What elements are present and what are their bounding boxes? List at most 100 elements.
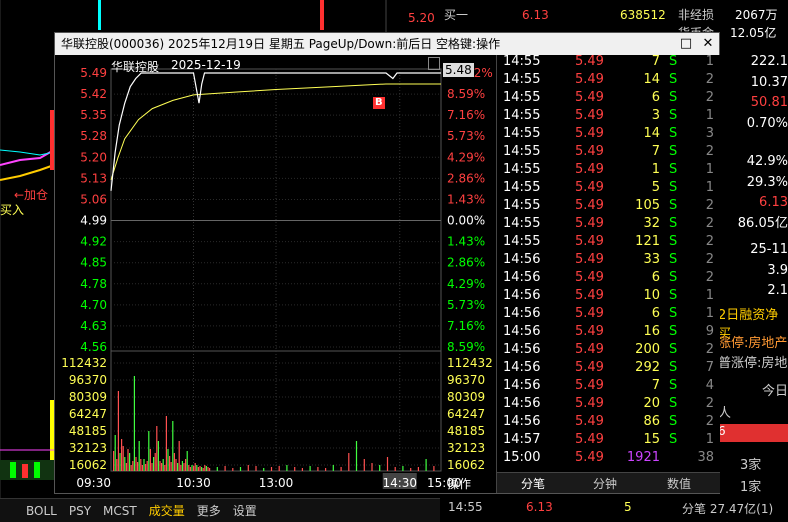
tick-volume: 1 [651, 162, 660, 177]
chart-date: 2025-12-19 [171, 58, 241, 72]
bg-red-bar: 6 [718, 424, 788, 442]
tick-price: 5.49 [575, 234, 604, 249]
intraday-chart[interactable]: 5.4910.02%5.428.59%5.357.16%5.285.73%5.2… [55, 55, 496, 493]
tab-values[interactable]: 数值 [667, 475, 691, 492]
tick-row: 14:55 5.49 3 S 1 [497, 107, 720, 125]
tick-side: S [669, 414, 678, 429]
volume-bar [185, 459, 187, 471]
volume-bar [379, 465, 381, 471]
expand-icon[interactable] [428, 57, 440, 70]
tick-time: 14:56 [503, 378, 541, 393]
tick-price: 5.49 [575, 270, 604, 285]
tick-side: S [669, 234, 678, 249]
tick-count: 1 [705, 288, 714, 303]
bg-limit-up-label-2: 普涨停:房地 [718, 356, 788, 371]
maximize-icon[interactable]: □ [675, 33, 697, 55]
tick-time: 14:55 [503, 126, 541, 141]
volume-bar [143, 459, 145, 471]
tick-side: S [669, 324, 678, 339]
tick-volume: 14 [643, 72, 660, 87]
volume-bar [286, 465, 288, 471]
tick-volume: 3 [651, 108, 660, 123]
tick-time: 14:56 [503, 306, 541, 321]
dialog-titlebar[interactable]: 华联控股(000036) 2025年12月19日 星期五 PageUp/Down… [55, 33, 719, 55]
tick-time: 14:55 [503, 72, 541, 87]
tick-price: 5.49 [575, 324, 604, 339]
tick-volume: 7 [651, 54, 660, 69]
pct-tick-label: 5.73% [447, 129, 485, 143]
volume-bar [146, 461, 148, 471]
tick-count: 2 [705, 234, 714, 249]
tick-volume: 6 [651, 306, 660, 321]
tab-psy[interactable]: PSY [63, 504, 97, 518]
tick-count: 1 [705, 306, 714, 321]
tab-ticks[interactable]: 分笔 [521, 475, 545, 492]
pct-tick-label: 1.43% [447, 235, 485, 249]
tick-count: 2 [705, 414, 714, 429]
tick-volume: 105 [635, 198, 660, 213]
bg-side-values: 222.1 10.37 50.81 0.70% 42.9% 29.3% 6.13… [737, 54, 788, 298]
volume-bar [170, 462, 172, 471]
volume-bar [207, 467, 209, 471]
tab-minutes[interactable]: 分钟 [593, 475, 617, 492]
tick-side: S [669, 126, 678, 141]
volume-bar [161, 463, 163, 471]
tab-volume[interactable]: 成交量 [143, 502, 191, 519]
volume-bar [410, 468, 412, 471]
volume-tick-label: 48185 [69, 424, 107, 438]
tick-volume: 1921 [626, 450, 660, 465]
tick-row: 14:55 5.49 32 S 2 [497, 215, 720, 233]
tick-time: 14:55 [503, 54, 541, 69]
tick-price: 5.49 [575, 54, 604, 69]
tick-price: 5.49 [575, 126, 604, 141]
volume-bar [209, 468, 211, 471]
tick-count: 9 [705, 324, 714, 339]
volume-bar [202, 468, 204, 471]
volume-tick-label-right: 16062 [447, 458, 485, 472]
volume-bar [130, 465, 132, 471]
tick-time: 14:56 [503, 252, 541, 267]
volume-bar [186, 451, 188, 471]
time-tick-label: 13:00 [259, 476, 294, 490]
volume-tick-label: 112432 [61, 356, 107, 370]
close-icon[interactable]: ✕ [697, 33, 719, 55]
operate-label[interactable]: 操作 [447, 475, 471, 492]
tick-price: 5.49 [575, 396, 604, 411]
tick-side: S [669, 306, 678, 321]
bg-buy-label: 买入 [0, 203, 25, 217]
tab-boll[interactable]: BOLL [20, 504, 63, 518]
tick-count: 2 [705, 144, 714, 159]
pct-tick-label: 5.73% [447, 298, 485, 312]
tick-tabs: 分笔 分钟 数值 [497, 472, 720, 493]
pct-tick-label: 1.43% [447, 192, 485, 206]
volume-bar [183, 463, 185, 471]
tick-row: 14:56 5.49 7 S 4 [497, 377, 720, 395]
volume-bar [239, 467, 242, 471]
volume-bar [332, 465, 334, 471]
tab-mcst[interactable]: MCST [97, 504, 143, 518]
volume-bar [175, 459, 177, 471]
tab-more[interactable]: 更多 [191, 502, 227, 519]
tick-volume: 15 [643, 432, 660, 447]
volume-bar [255, 466, 257, 471]
pct-tick-label: 2.86% [447, 171, 485, 185]
tick-price: 5.49 [575, 252, 604, 267]
volume-tick-label-right: 112432 [447, 356, 493, 370]
tick-side: S [669, 72, 678, 87]
price-tick-label: 5.49 [80, 66, 107, 80]
tick-count: 1 [705, 54, 714, 69]
tick-time: 14:56 [503, 360, 541, 375]
tick-side: S [669, 270, 678, 285]
volume-bar [145, 464, 147, 471]
volume-bar [196, 465, 198, 471]
tick-row: 14:56 5.49 33 S 2 [497, 251, 720, 269]
volume-bar [325, 468, 327, 471]
volume-bar [205, 466, 207, 471]
tick-count: 2 [705, 198, 714, 213]
volume-bar [127, 449, 129, 471]
volume-bar [141, 465, 143, 471]
price-tick-label: 4.56 [80, 340, 107, 354]
tick-side: S [669, 252, 678, 267]
tab-settings[interactable]: 设置 [227, 502, 263, 519]
buy-marker[interactable]: B [373, 97, 385, 109]
